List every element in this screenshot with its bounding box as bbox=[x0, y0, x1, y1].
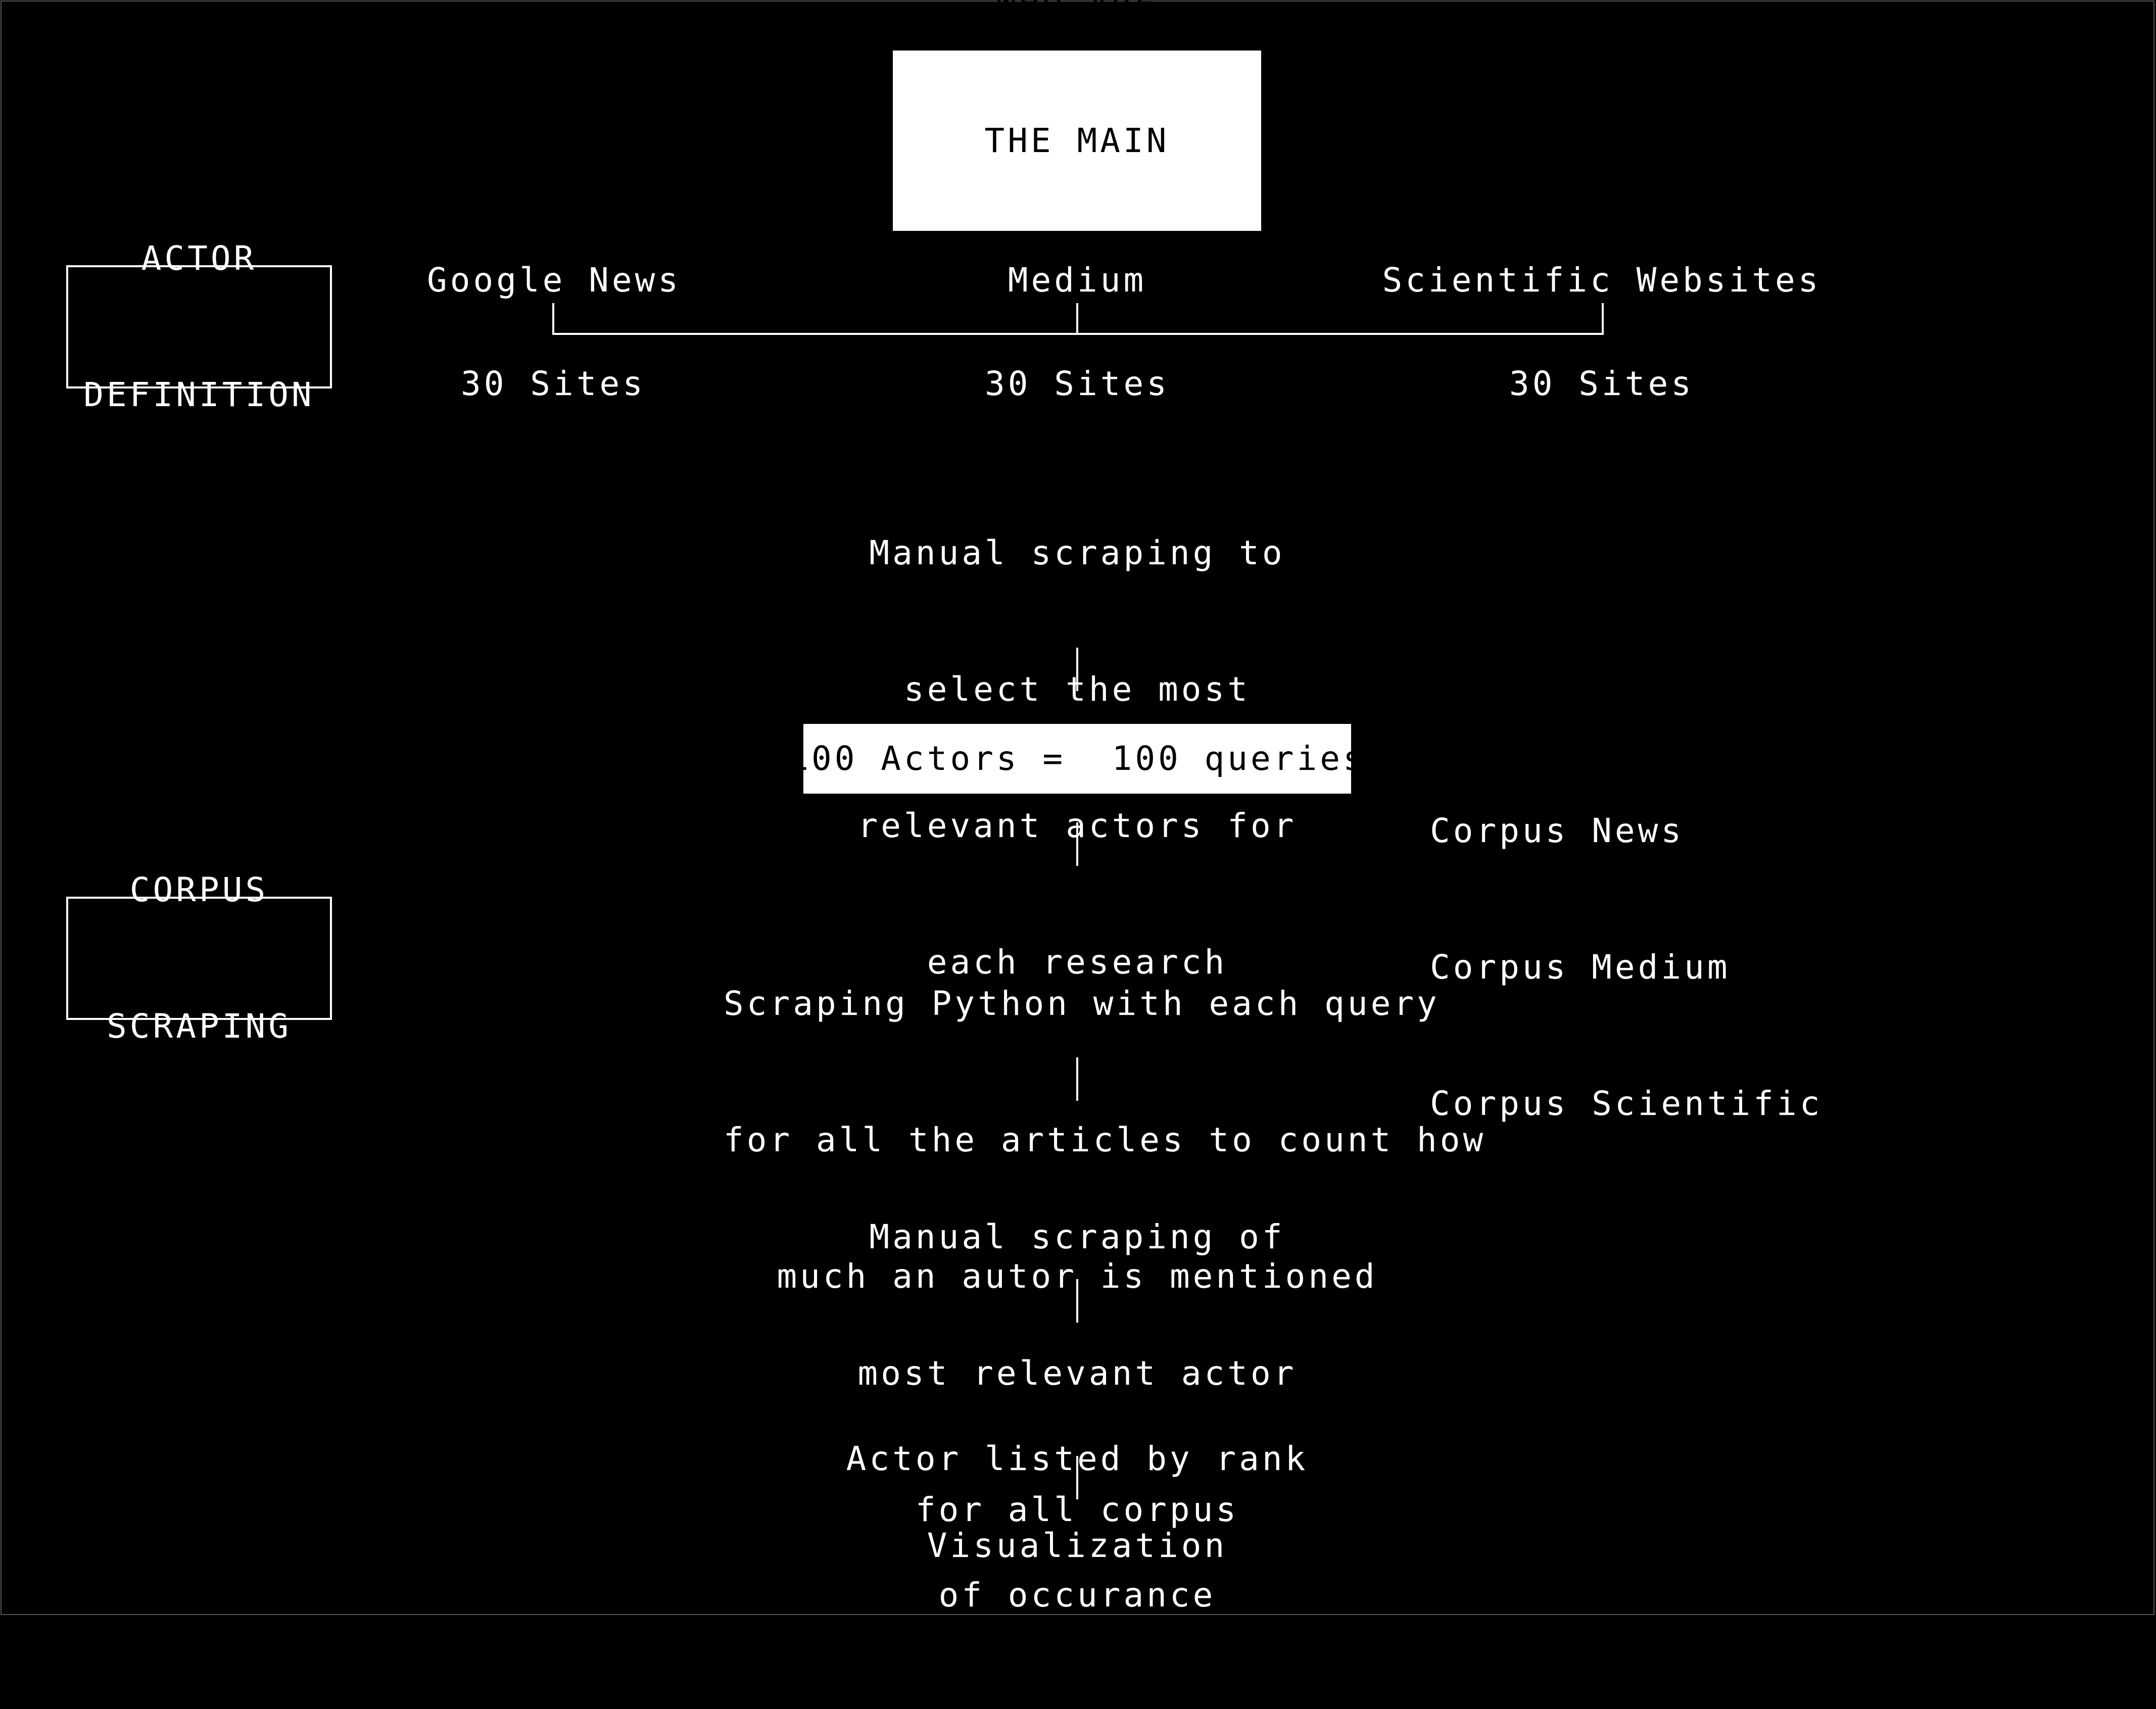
corpus-news: Corpus News bbox=[1430, 811, 1685, 850]
corpus-scraping-line-2: SCRAPING bbox=[107, 1007, 292, 1046]
source-name-google-news: Google News bbox=[427, 261, 682, 300]
sources-bracket-tick-right bbox=[1602, 303, 1604, 335]
manual-relevant-line-1: Manual scraping of bbox=[869, 1217, 1285, 1256]
corpora-list: Corpus News Corpus Medium Corpus Scienti… bbox=[1430, 717, 1834, 1217]
sources-bracket-tick-left bbox=[552, 303, 554, 335]
step-visualization: Visualization bbox=[927, 1526, 1228, 1565]
actor-definition-line-2: DEFINITION bbox=[83, 375, 315, 414]
stage-label-corpus-scraping: CORPUS SCRAPING bbox=[66, 870, 332, 1046]
connector-2 bbox=[1076, 822, 1078, 866]
source-count-google-news: 30 Sites bbox=[461, 364, 646, 403]
connector-4 bbox=[1076, 1279, 1078, 1323]
stage-label-actor-definition: ACTOR DEFINITION bbox=[66, 239, 332, 414]
corpus-scientific: Corpus Scientific bbox=[1430, 1084, 1823, 1123]
actor-definition-line-1: ACTOR bbox=[141, 239, 257, 278]
source-name-scientific-websites: Scientific Websites bbox=[1382, 261, 1822, 300]
source-count-medium: 30 Sites bbox=[985, 364, 1170, 403]
corpus-scraping-line-1: CORPUS bbox=[129, 870, 269, 909]
queries-box: 100 Actors = 100 queries bbox=[788, 724, 1363, 794]
manual-selection-line-1: Manual scraping to bbox=[869, 533, 1285, 572]
connector-3 bbox=[1076, 1057, 1078, 1101]
source-count-scientific: 30 Sites bbox=[1509, 364, 1694, 403]
sources-bracket-tick-center bbox=[1076, 303, 1078, 335]
ranking-line-2: of occurance bbox=[938, 1576, 1216, 1615]
question-line-1: WHO ARE bbox=[996, 0, 1158, 24]
python-scraping-line-1: Scraping Python with each query bbox=[724, 984, 1440, 1023]
connector-1 bbox=[1076, 648, 1078, 691]
connector-5 bbox=[1076, 1456, 1078, 1499]
question-box: WHO ARE THE MAIN ACTORS? bbox=[893, 0, 1261, 297]
source-name-medium: Medium bbox=[1008, 261, 1147, 300]
question-line-2: THE MAIN bbox=[984, 121, 1170, 160]
corpus-scraping-text: CORPUS SCRAPING bbox=[107, 776, 292, 1140]
diagram-canvas: WHO ARE THE MAIN ACTORS? ACTOR DEFINITIO… bbox=[0, 0, 2156, 1617]
corpus-medium: Corpus Medium bbox=[1430, 948, 1731, 987]
actor-definition-text: ACTOR DEFINITION bbox=[83, 145, 314, 509]
queries-text: 100 Actors = 100 queries bbox=[788, 739, 1366, 778]
